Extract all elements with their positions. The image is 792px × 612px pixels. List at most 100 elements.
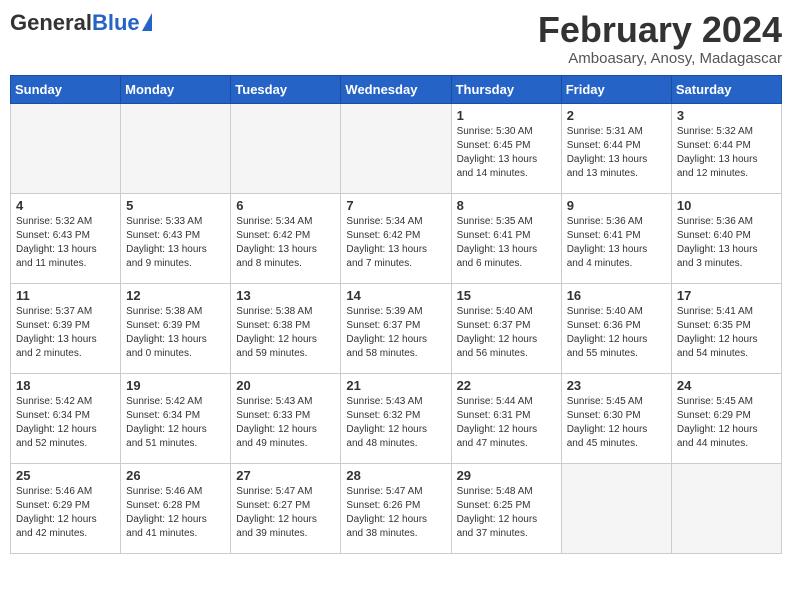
- day-info: Sunrise: 5:42 AMSunset: 6:34 PMDaylight:…: [126, 395, 225, 451]
- day-number: 28: [346, 468, 445, 483]
- day-number: 12: [126, 288, 225, 303]
- title-block: February 2024 Amboasary, Anosy, Madagasc…: [538, 10, 782, 67]
- weekday-header: Friday: [561, 75, 671, 103]
- calendar-cell: [121, 103, 231, 193]
- calendar-cell: 5 Sunrise: 5:33 AMSunset: 6:43 PMDaylight…: [121, 193, 231, 283]
- calendar-week-row: 25Sunrise: 5:46 AMSunset: 6:29 PMDayligh…: [11, 463, 782, 553]
- day-info: Sunrise: 5:39 AMSunset: 6:37 PMDaylight:…: [346, 305, 445, 361]
- day-number: 26: [126, 468, 225, 483]
- weekday-header: Thursday: [451, 75, 561, 103]
- calendar-table: SundayMondayTuesdayWednesdayThursdayFrid…: [10, 75, 782, 554]
- calendar-cell: [11, 103, 121, 193]
- day-number: 4: [16, 198, 115, 213]
- day-info: Sunrise: 5:30 AMSunset: 6:45 PMDaylight:…: [457, 125, 556, 181]
- calendar-cell: 11 Sunrise: 5:37 AMSunset: 6:39 PMDayligh…: [11, 283, 121, 373]
- calendar-cell: [671, 463, 781, 553]
- day-info: Sunrise: 5:41 AMSunset: 6:35 PMDaylight:…: [677, 305, 776, 361]
- day-info: Sunrise: 5:38 AMSunset: 6:38 PMDaylight:…: [236, 305, 335, 361]
- calendar-cell: 12Sunrise: 5:38 AMSunset: 6:39 PMDayligh…: [121, 283, 231, 373]
- day-info: Sunrise: 5:43 AMSunset: 6:32 PMDaylight:…: [346, 395, 445, 451]
- day-number: 17: [677, 288, 776, 303]
- calendar-cell: 23 Sunrise: 5:45 AMSunset: 6:30 PMDayligh…: [561, 373, 671, 463]
- calendar-cell: 3 Sunrise: 5:32 AMSunset: 6:44 PMDaylight…: [671, 103, 781, 193]
- day-info: Sunrise: 5:43 AMSunset: 6:33 PMDaylight:…: [236, 395, 335, 451]
- calendar-cell: 13 Sunrise: 5:38 AMSunset: 6:38 PMDayligh…: [231, 283, 341, 373]
- calendar-cell: 9Sunrise: 5:36 AMSunset: 6:41 PMDaylight…: [561, 193, 671, 283]
- day-info: Sunrise: 5:33 AMSunset: 6:43 PMDaylight:…: [126, 215, 225, 271]
- day-info: Sunrise: 5:48 AMSunset: 6:25 PMDaylight:…: [457, 485, 556, 541]
- day-info: Sunrise: 5:46 AMSunset: 6:28 PMDaylight:…: [126, 485, 225, 541]
- day-number: 20: [236, 378, 335, 393]
- calendar-cell: 26 Sunrise: 5:46 AMSunset: 6:28 PMDayligh…: [121, 463, 231, 553]
- day-number: 10: [677, 198, 776, 213]
- calendar-cell: 21 Sunrise: 5:43 AMSunset: 6:32 PMDayligh…: [341, 373, 451, 463]
- day-number: 2: [567, 108, 666, 123]
- calendar-cell: 8Sunrise: 5:35 AMSunset: 6:41 PMDaylight…: [451, 193, 561, 283]
- day-number: 18: [16, 378, 115, 393]
- day-number: 1: [457, 108, 556, 123]
- day-info: Sunrise: 5:31 AMSunset: 6:44 PMDaylight:…: [567, 125, 666, 181]
- day-info: Sunrise: 5:34 AMSunset: 6:42 PMDaylight:…: [346, 215, 445, 271]
- calendar-week-row: 11 Sunrise: 5:37 AMSunset: 6:39 PMDayligh…: [11, 283, 782, 373]
- weekday-header: Monday: [121, 75, 231, 103]
- calendar-cell: 28 Sunrise: 5:47 AMSunset: 6:26 PMDayligh…: [341, 463, 451, 553]
- calendar-cell: 22 Sunrise: 5:44 AMSunset: 6:31 PMDayligh…: [451, 373, 561, 463]
- logo-blue-text: Blue: [92, 10, 140, 36]
- calendar-cell: [341, 103, 451, 193]
- calendar-week-row: 18 Sunrise: 5:42 AMSunset: 6:34 PMDayligh…: [11, 373, 782, 463]
- day-number: 25: [16, 468, 115, 483]
- day-number: 29: [457, 468, 556, 483]
- calendar-cell: 1 Sunrise: 5:30 AMSunset: 6:45 PMDaylight…: [451, 103, 561, 193]
- day-info: Sunrise: 5:34 AMSunset: 6:42 PMDaylight:…: [236, 215, 335, 271]
- calendar-cell: 20 Sunrise: 5:43 AMSunset: 6:33 PMDayligh…: [231, 373, 341, 463]
- logo: General Blue: [10, 10, 152, 36]
- day-number: 7: [346, 198, 445, 213]
- day-number: 5: [126, 198, 225, 213]
- day-number: 6: [236, 198, 335, 213]
- calendar-title: February 2024: [538, 10, 782, 50]
- day-number: 15: [457, 288, 556, 303]
- weekday-header: Saturday: [671, 75, 781, 103]
- calendar-cell: 25Sunrise: 5:46 AMSunset: 6:29 PMDayligh…: [11, 463, 121, 553]
- logo-general-text: General: [10, 10, 92, 36]
- day-info: Sunrise: 5:32 AMSunset: 6:44 PMDaylight:…: [677, 125, 776, 181]
- day-info: Sunrise: 5:40 AMSunset: 6:36 PMDaylight:…: [567, 305, 666, 361]
- calendar-cell: 2 Sunrise: 5:31 AMSunset: 6:44 PMDaylight…: [561, 103, 671, 193]
- calendar-cell: 18 Sunrise: 5:42 AMSunset: 6:34 PMDayligh…: [11, 373, 121, 463]
- day-info: Sunrise: 5:47 AMSunset: 6:26 PMDaylight:…: [346, 485, 445, 541]
- calendar-week-row: 1 Sunrise: 5:30 AMSunset: 6:45 PMDaylight…: [11, 103, 782, 193]
- day-number: 11: [16, 288, 115, 303]
- day-info: Sunrise: 5:45 AMSunset: 6:29 PMDaylight:…: [677, 395, 776, 451]
- calendar-cell: 29 Sunrise: 5:48 AMSunset: 6:25 PMDayligh…: [451, 463, 561, 553]
- weekday-header: Sunday: [11, 75, 121, 103]
- day-info: Sunrise: 5:32 AMSunset: 6:43 PMDaylight:…: [16, 215, 115, 271]
- calendar-cell: [561, 463, 671, 553]
- day-number: 27: [236, 468, 335, 483]
- day-number: 14: [346, 288, 445, 303]
- calendar-cell: 15 Sunrise: 5:40 AMSunset: 6:37 PMDayligh…: [451, 283, 561, 373]
- calendar-cell: 24 Sunrise: 5:45 AMSunset: 6:29 PMDayligh…: [671, 373, 781, 463]
- day-info: Sunrise: 5:45 AMSunset: 6:30 PMDaylight:…: [567, 395, 666, 451]
- day-info: Sunrise: 5:35 AMSunset: 6:41 PMDaylight:…: [457, 215, 556, 271]
- calendar-cell: 16Sunrise: 5:40 AMSunset: 6:36 PMDayligh…: [561, 283, 671, 373]
- day-number: 3: [677, 108, 776, 123]
- calendar-cell: 14 Sunrise: 5:39 AMSunset: 6:37 PMDayligh…: [341, 283, 451, 373]
- day-number: 13: [236, 288, 335, 303]
- calendar-cell: 27Sunrise: 5:47 AMSunset: 6:27 PMDayligh…: [231, 463, 341, 553]
- calendar-cell: [231, 103, 341, 193]
- calendar-cell: 6 Sunrise: 5:34 AMSunset: 6:42 PMDaylight…: [231, 193, 341, 283]
- day-info: Sunrise: 5:40 AMSunset: 6:37 PMDaylight:…: [457, 305, 556, 361]
- day-info: Sunrise: 5:42 AMSunset: 6:34 PMDaylight:…: [16, 395, 115, 451]
- logo-triangle-icon: [142, 13, 152, 31]
- page-header: General Blue February 2024 Amboasary, An…: [10, 10, 782, 67]
- day-info: Sunrise: 5:37 AMSunset: 6:39 PMDaylight:…: [16, 305, 115, 361]
- day-info: Sunrise: 5:44 AMSunset: 6:31 PMDaylight:…: [457, 395, 556, 451]
- weekday-header-row: SundayMondayTuesdayWednesdayThursdayFrid…: [11, 75, 782, 103]
- day-number: 21: [346, 378, 445, 393]
- day-number: 24: [677, 378, 776, 393]
- day-number: 22: [457, 378, 556, 393]
- day-info: Sunrise: 5:36 AMSunset: 6:40 PMDaylight:…: [677, 215, 776, 271]
- calendar-cell: 19Sunrise: 5:42 AMSunset: 6:34 PMDayligh…: [121, 373, 231, 463]
- weekday-header: Wednesday: [341, 75, 451, 103]
- day-number: 23: [567, 378, 666, 393]
